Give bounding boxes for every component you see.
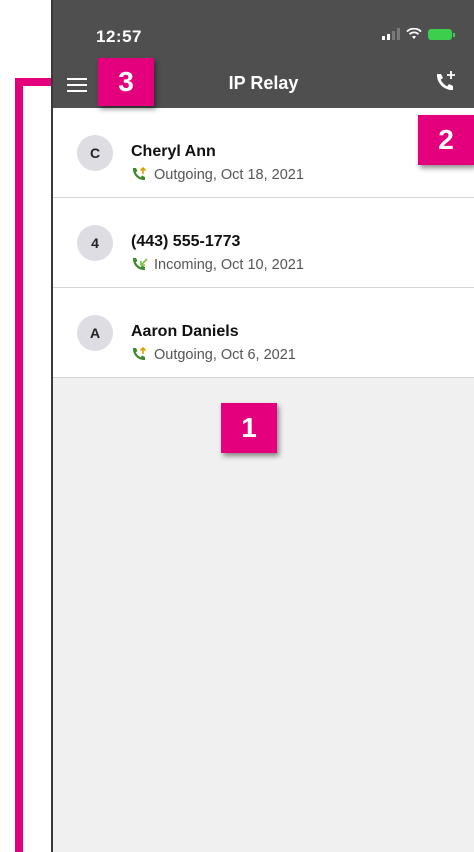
contact-name: (443) 555-1773 (131, 233, 241, 250)
call-row-3[interactable]: A Aaron Daniels Outgoing, Oct 6, 2021 (53, 288, 474, 378)
wifi-icon (406, 28, 422, 39)
contact-name: Cheryl Ann (131, 143, 216, 160)
battery-icon (428, 28, 455, 40)
call-detail: Outgoing, Oct 6, 2021 (131, 346, 296, 364)
call-detail: Incoming, Oct 10, 2021 (131, 256, 304, 274)
outgoing-call-icon (132, 346, 147, 361)
status-icons (382, 28, 455, 40)
new-call-icon[interactable] (432, 69, 458, 95)
outgoing-call-icon (132, 166, 147, 181)
signal-icon (382, 28, 400, 40)
call-detail: Outgoing, Oct 18, 2021 (131, 166, 304, 184)
recent-calls-list: C Cheryl Ann Outgoing, Oct 18, 2021 4 (4… (53, 108, 474, 378)
call-row-1[interactable]: C Cheryl Ann Outgoing, Oct 18, 2021 (53, 108, 474, 198)
callout-badge-1: 1 (221, 403, 277, 453)
avatar: 4 (77, 225, 113, 261)
contact-name: Aaron Daniels (131, 323, 239, 340)
call-detail-text: Incoming, Oct 10, 2021 (154, 257, 304, 273)
call-row-2[interactable]: 4 (443) 555-1773 Incoming, Oct 10, 2021 (53, 198, 474, 288)
incoming-call-icon (132, 258, 148, 271)
avatar: C (77, 135, 113, 171)
call-detail-text: Outgoing, Oct 6, 2021 (154, 347, 296, 363)
call-detail-text: Outgoing, Oct 18, 2021 (154, 167, 304, 183)
avatar: A (77, 315, 113, 351)
callout-badge-3: 3 (98, 58, 154, 106)
status-bar: 12:57 (53, 0, 474, 60)
status-time: 12:57 (96, 27, 142, 46)
callout-bracket-vertical (15, 78, 23, 852)
callout-badge-2: 2 (418, 115, 474, 165)
